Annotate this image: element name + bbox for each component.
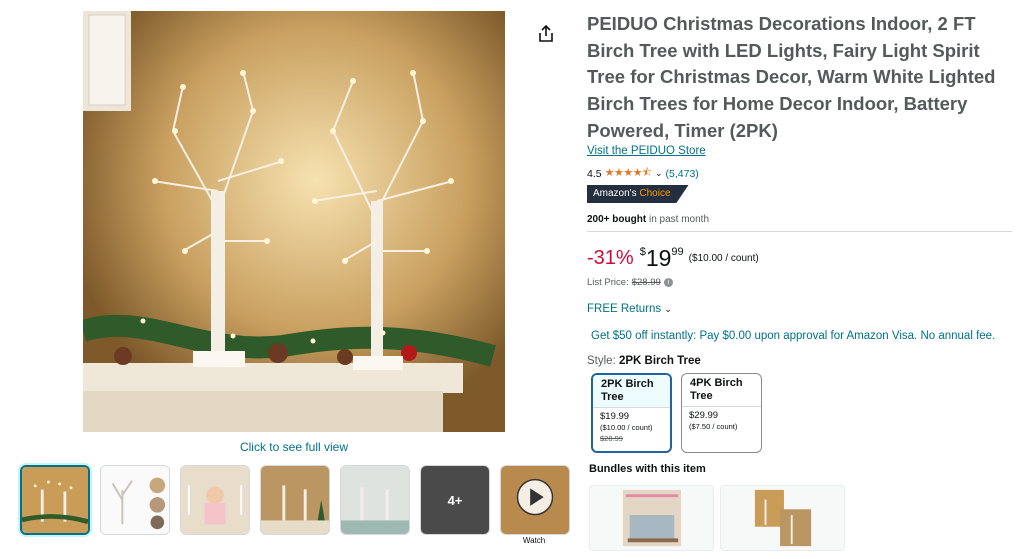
returns-label: FREE Returns (587, 303, 662, 315)
rating-row[interactable]: 4.5 ★★★★⯪ ⌄ (5,473) (587, 164, 699, 183)
style-option-price: $19.99 (600, 411, 630, 422)
style-option-price: $29.99 (689, 410, 719, 421)
free-returns-link[interactable]: FREE Returns ⌄ (587, 303, 672, 315)
share-icon[interactable] (536, 24, 556, 44)
rating-count-link[interactable]: (5,473) (666, 168, 699, 180)
rating-value: 4.5 (587, 167, 602, 180)
bundles-title: Bundles with this item (589, 463, 706, 475)
style-option-list: $28.99 (600, 434, 623, 443)
more-count: 4+ (447, 492, 463, 508)
style-label-text: Style: (587, 355, 616, 367)
list-price-value: $28.99 (631, 277, 661, 288)
star-rating-icon[interactable]: ★★★★⯪ (605, 164, 653, 183)
badge-choice: Choice (639, 188, 671, 199)
style-option-unit: ($10.00 / count) (600, 423, 653, 432)
amazons-choice-badge: Amazon's Choice (587, 185, 689, 203)
list-price: List Price: $28.99 i (587, 277, 673, 288)
list-price-label: List Price: (587, 277, 629, 288)
product-title: PEIDUO Christmas Decorations Indoor, 2 F… (587, 13, 996, 141)
style-selected: 2PK Birch Tree (618, 355, 701, 367)
thumbnail-3[interactable] (180, 465, 250, 535)
style-option-2pk[interactable]: 2PK Birch Tree $19.99 ($10.00 / count) $… (591, 373, 672, 453)
full-view-link[interactable]: Click to see full view (83, 440, 505, 454)
thumbnail-more[interactable]: 4+ (420, 465, 490, 535)
style-option-body: $19.99 ($10.00 / count) $28.99 (593, 407, 670, 447)
thumbnail-video[interactable] (500, 465, 570, 535)
info-icon[interactable]: i (663, 278, 673, 287)
badge-prefix: Amazon's (593, 188, 637, 199)
bought-rest: in past month (648, 214, 710, 225)
chevron-down-icon[interactable]: ⌄ (655, 168, 663, 179)
main-product-image[interactable] (83, 11, 505, 432)
unit-price: ($10.00 / count) (688, 253, 759, 264)
style-option-name: 2PK Birch Tree (593, 375, 670, 407)
bundle-item-2[interactable] (720, 485, 845, 551)
style-option-body: $29.99 ($7.50 / count) (682, 406, 761, 435)
product-page: Click to see full view 4+ Watch PEIDUO C… (0, 0, 1024, 559)
price-whole: 19 (645, 245, 672, 271)
style-option-name: 4PK Birch Tree (690, 377, 743, 402)
thumbnail-4[interactable] (260, 465, 330, 535)
promo-text[interactable]: Get $50 off instantly: Pay $0.00 upon ap… (591, 330, 995, 342)
divider (587, 231, 1012, 232)
thumbnail-2[interactable] (100, 465, 170, 535)
bought-bold: 200+ bought (587, 214, 647, 225)
store-link[interactable]: Visit the PEIDUO Store (587, 145, 706, 157)
thumbnail-strip: 4+ (20, 465, 570, 535)
chevron-down-icon: ⌄ (664, 304, 672, 314)
price-fraction: 99 (671, 246, 684, 258)
thumbnail-1[interactable] (20, 465, 90, 535)
bundle-item-1[interactable] (589, 485, 714, 551)
thumbnail-5[interactable] (340, 465, 410, 535)
bought-count: 200+ bought in past month (587, 214, 709, 225)
video-caption: Watch (522, 536, 546, 545)
style-label: Style: 2PK Birch Tree (587, 355, 701, 367)
style-option-unit: ($7.50 / count) (689, 422, 738, 431)
discount-percent: -31% (587, 247, 634, 269)
price-block: -31% $ 19 99 ($10.00 / count) (587, 244, 759, 274)
style-option-4pk[interactable]: 4PK Birch Tree $29.99 ($7.50 / count) (681, 373, 762, 453)
